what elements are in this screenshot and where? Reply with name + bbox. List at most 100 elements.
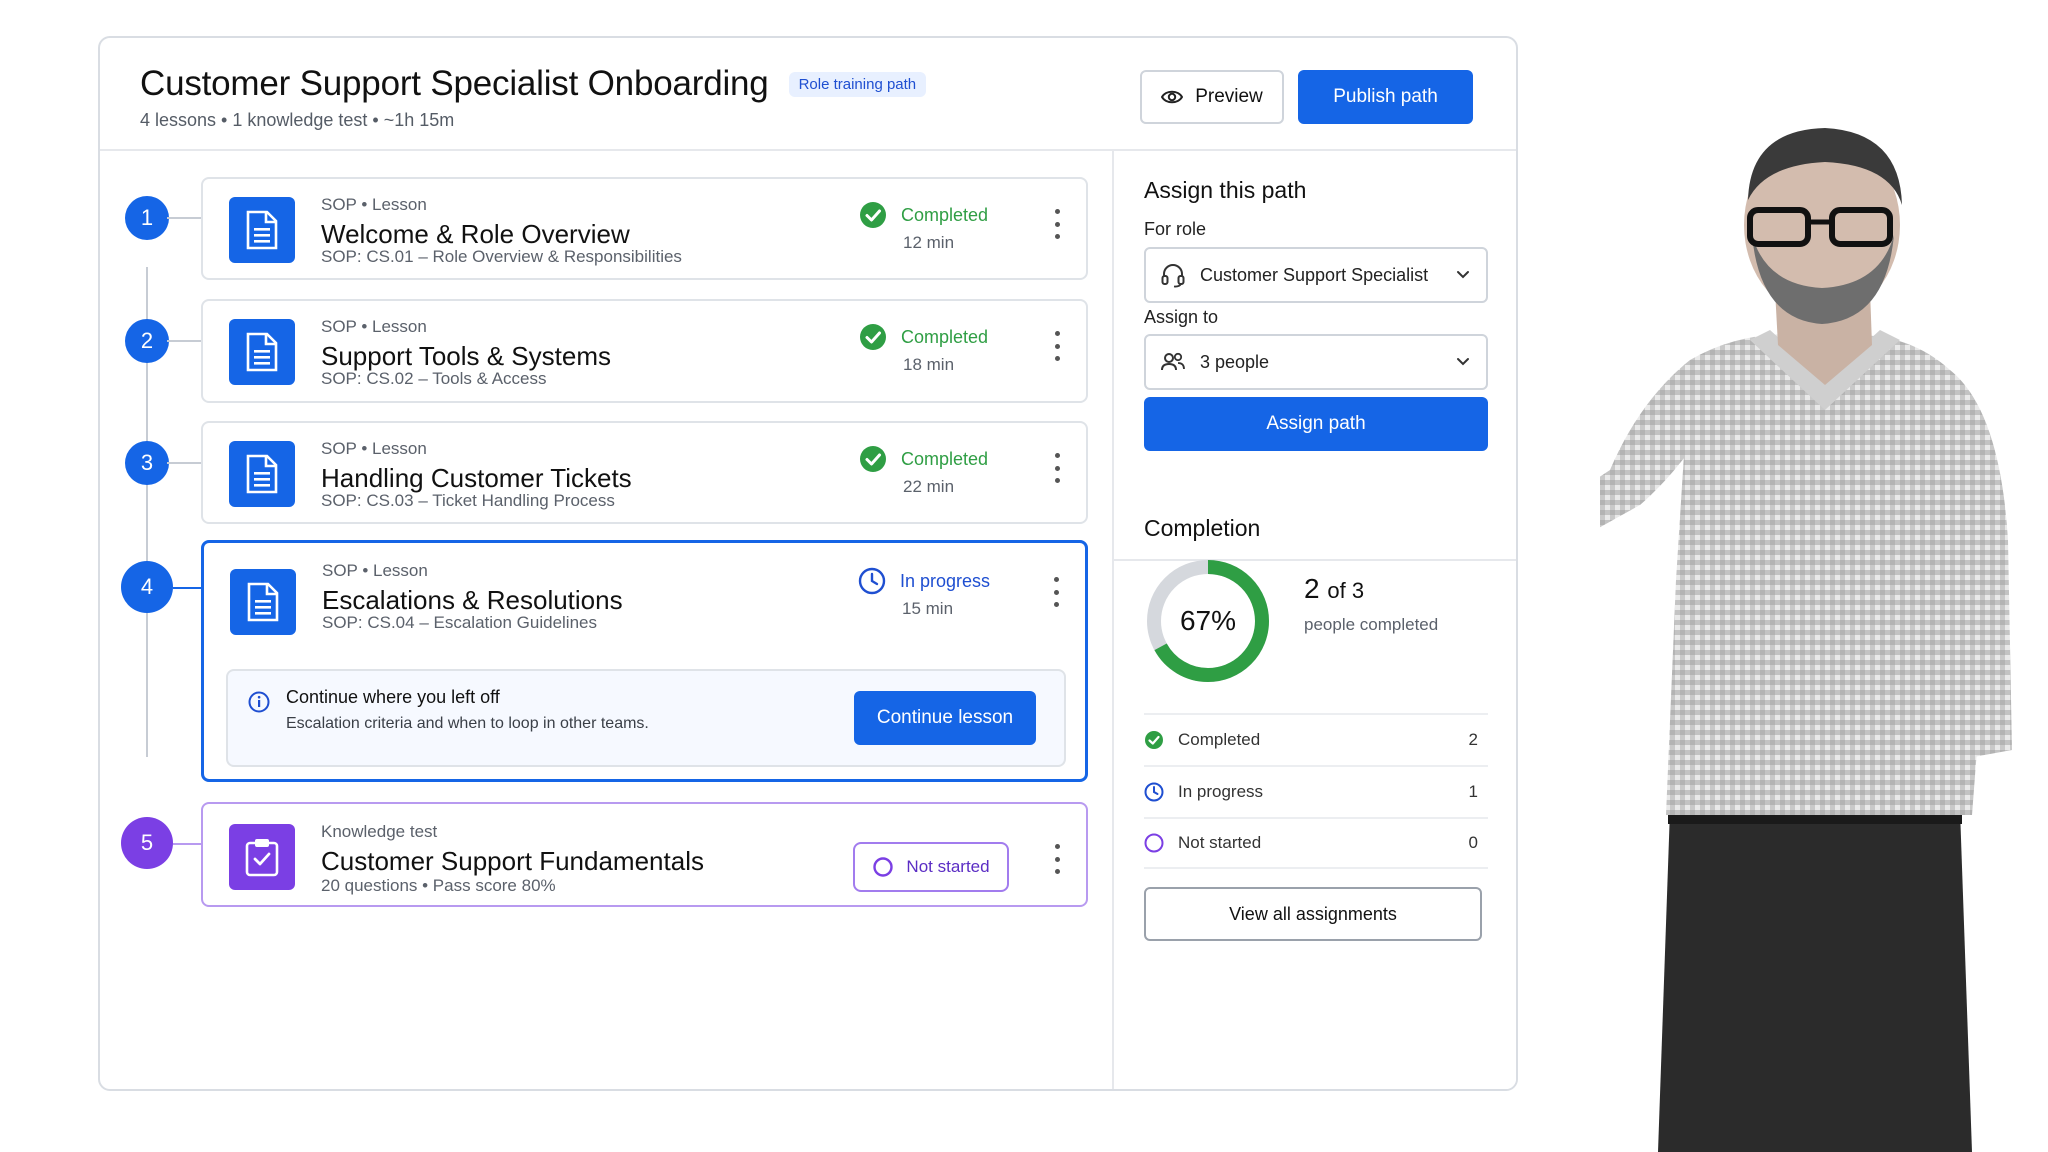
- preview-button[interactable]: Preview: [1140, 70, 1284, 124]
- step-number-2: 2: [125, 319, 169, 363]
- lesson-duration: 18 min: [903, 355, 955, 374]
- status-label: Completed: [901, 326, 989, 347]
- more-options-icon[interactable]: [1053, 844, 1061, 874]
- completion-percent: 67%: [1179, 605, 1237, 636]
- stat-label: In progress: [1178, 782, 1264, 801]
- status-label: In progress: [900, 570, 991, 591]
- assign-to-select[interactable]: 3 people: [1144, 334, 1488, 390]
- lesson-title: Handling Customer Tickets: [321, 463, 632, 493]
- lesson-meta: SOP: CS.01 – Role Overview & Responsibil…: [321, 247, 682, 266]
- clock-icon: [1144, 782, 1164, 802]
- empty-circle-icon: [1144, 833, 1164, 853]
- completion-panel: Completion 67% 2 of 3 people completed C…: [1114, 493, 1516, 1021]
- view-all-assignments-button[interactable]: View all assignments: [1144, 887, 1482, 941]
- more-options-icon[interactable]: [1052, 577, 1060, 607]
- continue-banner: Continue where you left off Escalation c…: [226, 669, 1066, 767]
- chevron-down-icon: [1457, 271, 1469, 279]
- stat-label: Completed: [1178, 730, 1261, 749]
- status-completed: Completed: [859, 201, 988, 229]
- presenter-photo: [1600, 128, 2012, 1152]
- lesson-kicker: SOP • Lesson: [321, 195, 427, 214]
- step-number-1: 1: [125, 196, 169, 240]
- more-options-icon[interactable]: [1053, 209, 1061, 239]
- continue-lesson-button[interactable]: Continue lesson: [854, 691, 1036, 745]
- continue-subtitle: Escalation criteria and when to loop in …: [286, 715, 649, 732]
- lesson-title: Escalations & Resolutions: [322, 585, 623, 615]
- step-connector: [173, 843, 201, 845]
- stat-value: 1: [1468, 782, 1478, 801]
- stat-value: 2: [1468, 730, 1478, 749]
- stat-label: Not started: [1178, 833, 1262, 852]
- document-icon: [229, 319, 295, 385]
- eye-icon: [1161, 90, 1184, 104]
- lesson-kicker: SOP • Lesson: [322, 561, 428, 580]
- step-connector: [167, 217, 201, 219]
- test-kicker: Knowledge test: [321, 822, 438, 841]
- role-label: For role: [1144, 219, 1207, 239]
- step-connector: [167, 462, 201, 464]
- clipboard-check-icon: [229, 824, 295, 890]
- lesson-title: Welcome & Role Overview: [321, 219, 630, 249]
- assign-path-button[interactable]: Assign path: [1144, 397, 1488, 451]
- header: Customer Support Specialist Onboarding R…: [100, 38, 1516, 151]
- lesson-card-1[interactable]: SOP • Lesson Welcome & Role Overview SOP…: [201, 177, 1088, 280]
- role-select[interactable]: Customer Support Specialist: [1144, 247, 1488, 303]
- more-options-icon[interactable]: [1053, 453, 1061, 483]
- status-label: Completed: [901, 204, 989, 225]
- completion-title: Completion: [1144, 515, 1261, 541]
- chevron-down-icon: [1457, 358, 1469, 366]
- assign-title: Assign this path: [1144, 177, 1307, 203]
- path-summary: 4 lessons • 1 knowledge test • ~1h 15m: [140, 110, 455, 130]
- title-row: Customer Support Specialist Onboarding R…: [140, 64, 927, 104]
- check-circle-icon: [860, 324, 886, 350]
- people-completed-caption: people completed: [1304, 615, 1439, 634]
- assign-to-value: 3 people: [1200, 351, 1270, 372]
- status-label: Completed: [901, 448, 989, 469]
- lesson-card-3[interactable]: SOP • Lesson Handling Customer Tickets S…: [201, 421, 1088, 524]
- assign-to-label: Assign to: [1144, 307, 1219, 327]
- lesson-title: Support Tools & Systems: [321, 341, 611, 371]
- check-circle-icon: [860, 446, 886, 472]
- lesson-duration: 12 min: [903, 233, 955, 252]
- info-icon: [248, 691, 270, 713]
- lesson-card-4[interactable]: SOP • Lesson Escalations & Resolutions S…: [201, 540, 1088, 782]
- status-label: Not started: [906, 857, 990, 876]
- status-completed: Completed: [859, 445, 988, 473]
- completed-count: 2 of 3: [1304, 573, 1364, 605]
- document-icon: [229, 197, 295, 263]
- clock-icon: [858, 567, 886, 595]
- page-title: Customer Support Specialist Onboarding: [140, 64, 769, 103]
- lesson-meta: SOP: CS.03 – Ticket Handling Process: [321, 491, 615, 510]
- more-options-icon[interactable]: [1053, 331, 1061, 361]
- document-icon: [229, 441, 295, 507]
- lessons-list: 1 SOP • Lesson Welcome & Role Overview S…: [100, 151, 1112, 1089]
- side-panel: Assign this path For role Customer Suppo…: [1114, 151, 1516, 1089]
- lesson-kicker: SOP • Lesson: [321, 317, 427, 336]
- count-value: 2: [1304, 573, 1320, 604]
- test-title: Customer Support Fundamentals: [321, 846, 704, 876]
- step-number-3: 3: [125, 441, 169, 485]
- users-icon: [1161, 352, 1185, 371]
- lesson-card-2[interactable]: SOP • Lesson Support Tools & Systems SOP…: [201, 299, 1088, 403]
- stat-value: 0: [1468, 833, 1478, 852]
- step-connector-active: [173, 587, 201, 589]
- status-in-progress: In progress: [858, 567, 990, 595]
- role-value: Customer Support Specialist: [1200, 264, 1429, 285]
- step-connector: [167, 340, 201, 342]
- stat-row-completed: Completed 2: [1144, 713, 1488, 765]
- lesson-duration: 22 min: [903, 477, 955, 496]
- publish-path-button[interactable]: Publish path: [1298, 70, 1473, 124]
- knowledge-test-card[interactable]: Knowledge test Customer Support Fundamen…: [201, 802, 1088, 907]
- step-number-5: 5: [121, 817, 173, 869]
- document-icon: [230, 569, 296, 635]
- status-completed: Completed: [859, 323, 988, 351]
- empty-circle-icon: [873, 857, 894, 877]
- count-total: of 3: [1327, 578, 1365, 603]
- status-not-started: Not started: [853, 842, 1009, 892]
- lesson-duration: 15 min: [902, 599, 954, 618]
- test-meta: 20 questions • Pass score 80%: [321, 876, 556, 895]
- onboarding-card: Customer Support Specialist Onboarding R…: [98, 36, 1518, 1091]
- stat-row-in-progress: In progress 1: [1144, 765, 1488, 817]
- check-circle-icon: [860, 202, 886, 228]
- lesson-meta: SOP: CS.04 – Escalation Guidelines: [322, 613, 597, 632]
